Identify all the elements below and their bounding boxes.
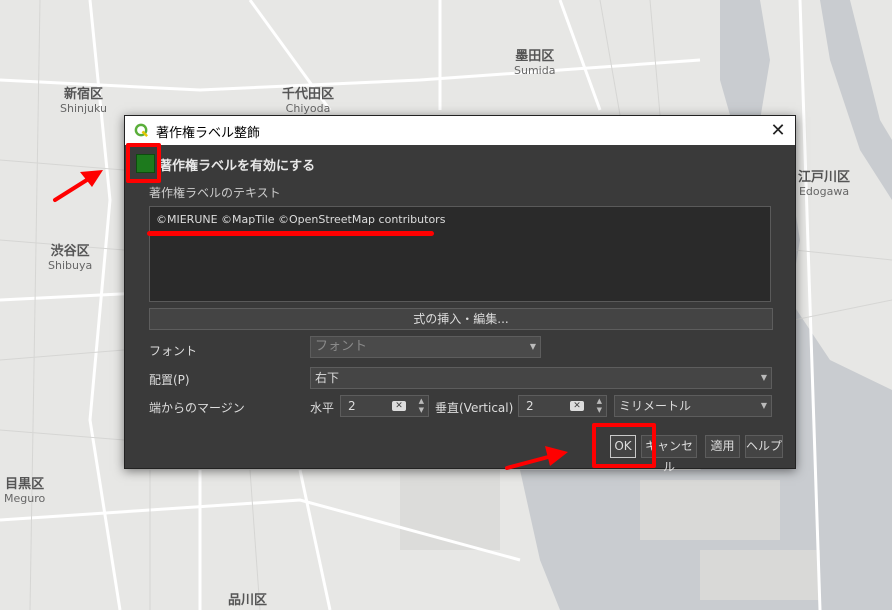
margin-label: 端からのマージン [149,401,245,415]
placement-label: 配置(P) [149,373,190,387]
copyright-text-input[interactable]: ©MIERUNE ©MapTile ©OpenStreetMap contrib… [149,206,771,302]
vertical-label: 垂直(Vertical) [435,401,514,415]
map-label-en: Shibuya [48,258,93,272]
map-label-en: Sumida [514,63,556,77]
map-label-en: Chiyoda [285,101,331,115]
map-label-jp: 品川区 [228,593,268,608]
qgis-icon [134,123,148,137]
copyright-text-label: 著作権ラベルのテキスト [149,186,281,200]
horizontal-margin-spinbox[interactable]: 2 ✕ ▲ ▼ [340,395,429,417]
map-label-en: Meguro [4,491,46,505]
font-label: フォント [149,344,198,358]
apply-button[interactable]: 適用 [705,435,740,458]
map-label-meguro: 目黒区 Meguro [4,477,46,506]
map-label-sumida: 墨田区 Sumida [514,49,556,78]
map-label-jp: 千代田区 [282,87,335,102]
map-label-shibuya: 渋谷区 Shibuya [48,244,93,273]
map-label-shinjuku: 新宿区 Shinjuku [60,87,108,116]
map-label-jp: 渋谷区 [50,244,90,259]
text-highlight-underline [147,231,434,236]
map-label-jp: 目黒区 [5,477,45,492]
placement-value: 右下 [315,371,340,385]
chevron-down-icon: ▼ [760,373,767,382]
dialog-titlebar[interactable]: 著作権ラベル整飾 ✕ [125,116,795,145]
vertical-margin-value: 2 [526,399,534,413]
map-label-jp: 墨田区 [515,49,555,64]
map-label-shinagawa: 品川区 [228,593,268,609]
spin-arrows-icon[interactable]: ▲ ▼ [597,397,602,415]
horizontal-margin-value: 2 [348,399,356,413]
margin-unit-select[interactable]: ミリメートル ▼ [614,395,772,417]
map-label-chiyoda: 千代田区 Chiyoda [282,87,335,116]
close-icon[interactable]: ✕ [761,116,795,145]
map-label-en: Shinjuku [60,101,108,115]
chevron-down-icon: ▼ [529,342,536,351]
font-button[interactable]: フォント ▼ [310,336,541,358]
checkbox-highlight-box [126,143,161,183]
chevron-down-icon: ▼ [760,401,767,410]
map-label-edogawa: 江戸川区 Edogawa [798,170,851,199]
margin-unit-value: ミリメートル [619,399,692,413]
copyright-text-value: ©MIERUNE ©MapTile ©OpenStreetMap contrib… [156,213,446,226]
clear-icon[interactable]: ✕ [570,401,584,411]
help-button[interactable]: ヘルプ [745,435,783,458]
dialog-title: 著作権ラベル整飾 [156,126,261,141]
vertical-margin-spinbox[interactable]: 2 ✕ ▲ ▼ [518,395,607,417]
ok-highlight-box [592,423,656,468]
map-label-en: Edogawa [798,184,850,198]
insert-expression-button[interactable]: 式の挿入・編集... [149,308,773,330]
spin-arrows-icon[interactable]: ▲ ▼ [419,397,424,415]
clear-icon[interactable]: ✕ [392,401,406,411]
font-button-label: フォント [315,339,368,354]
placement-select[interactable]: 右下 ▼ [310,367,772,389]
map-label-jp: 新宿区 [64,87,104,102]
horizontal-label: 水平 [310,401,335,415]
enable-copyright-label[interactable]: 著作権ラベルを有効にする [159,155,315,174]
map-label-jp: 江戸川区 [798,170,851,185]
copyright-label-dialog: 著作権ラベル整飾 ✕ 著作権ラベルを有効にする 著作権ラベルのテキスト ©MIE… [124,115,796,474]
